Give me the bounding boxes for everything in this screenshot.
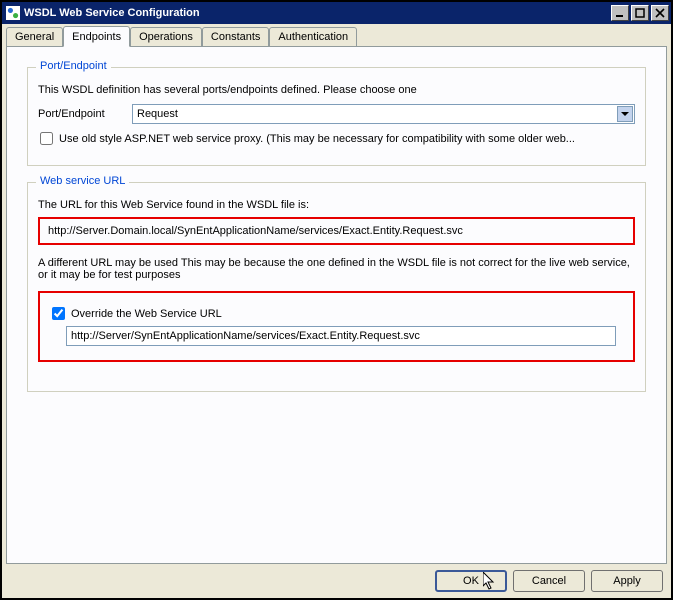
- button-label: Cancel: [532, 575, 566, 587]
- ok-button[interactable]: OK: [435, 570, 507, 592]
- group-legend: Port/Endpoint: [36, 60, 111, 72]
- maximize-button[interactable]: [631, 5, 649, 21]
- found-url-value: http://Server.Domain.local/SynEntApplica…: [48, 225, 463, 237]
- tab-endpoints[interactable]: Endpoints: [63, 26, 130, 47]
- override-label: Override the Web Service URL: [71, 308, 222, 320]
- override-checkbox[interactable]: [52, 307, 65, 320]
- diff-url-text: A different URL may be used This may be …: [38, 257, 635, 281]
- window-frame: WSDL Web Service Configuration General E…: [0, 0, 673, 600]
- found-url-text: The URL for this Web Service found in th…: [38, 199, 635, 211]
- cursor-icon: [483, 572, 497, 592]
- port-intro-text: This WSDL definition has several ports/e…: [38, 84, 635, 96]
- button-label: OK: [463, 575, 479, 587]
- tab-operations[interactable]: Operations: [130, 27, 202, 48]
- cancel-button[interactable]: Cancel: [513, 570, 585, 592]
- override-url-input[interactable]: [66, 326, 616, 346]
- apply-button[interactable]: Apply: [591, 570, 663, 592]
- old-style-row: Use old style ASP.NET web service proxy.…: [38, 132, 635, 145]
- endpoints-panel: Port/Endpoint This WSDL definition has s…: [6, 46, 667, 564]
- override-row: Override the Web Service URL: [50, 307, 623, 320]
- client-area: General Endpoints Operations Constants A…: [2, 24, 671, 598]
- web-service-url-group: Web service URL The URL for this Web Ser…: [27, 182, 646, 392]
- chevron-down-icon[interactable]: [617, 106, 633, 122]
- app-icon: [6, 6, 20, 20]
- dialog-buttons: OK Cancel Apply: [6, 564, 667, 594]
- tab-label: Constants: [211, 31, 261, 43]
- old-style-label: Use old style ASP.NET web service proxy.…: [59, 133, 575, 145]
- button-label: Apply: [613, 575, 641, 587]
- tab-label: General: [15, 31, 54, 43]
- port-endpoint-dropdown[interactable]: Request: [132, 104, 635, 124]
- tab-strip: General Endpoints Operations Constants A…: [6, 26, 667, 47]
- found-url-box: http://Server.Domain.local/SynEntApplica…: [38, 217, 635, 245]
- tab-general[interactable]: General: [6, 27, 63, 48]
- tab-label: Operations: [139, 31, 193, 43]
- tab-label: Authentication: [278, 31, 348, 43]
- old-style-checkbox[interactable]: [40, 132, 53, 145]
- port-endpoint-row: Port/Endpoint Request: [38, 104, 635, 124]
- tab-constants[interactable]: Constants: [202, 27, 270, 48]
- port-endpoint-label: Port/Endpoint: [38, 108, 132, 120]
- close-button[interactable]: [651, 5, 669, 21]
- tab-authentication[interactable]: Authentication: [269, 27, 357, 48]
- minimize-button[interactable]: [611, 5, 629, 21]
- group-legend: Web service URL: [36, 175, 129, 187]
- tab-label: Endpoints: [72, 31, 121, 43]
- window-title: WSDL Web Service Configuration: [24, 7, 609, 19]
- titlebar-buttons: [609, 5, 669, 21]
- port-endpoint-group: Port/Endpoint This WSDL definition has s…: [27, 67, 646, 166]
- titlebar[interactable]: WSDL Web Service Configuration: [2, 2, 671, 24]
- dropdown-selected: Request: [137, 108, 178, 120]
- override-box: Override the Web Service URL: [38, 291, 635, 362]
